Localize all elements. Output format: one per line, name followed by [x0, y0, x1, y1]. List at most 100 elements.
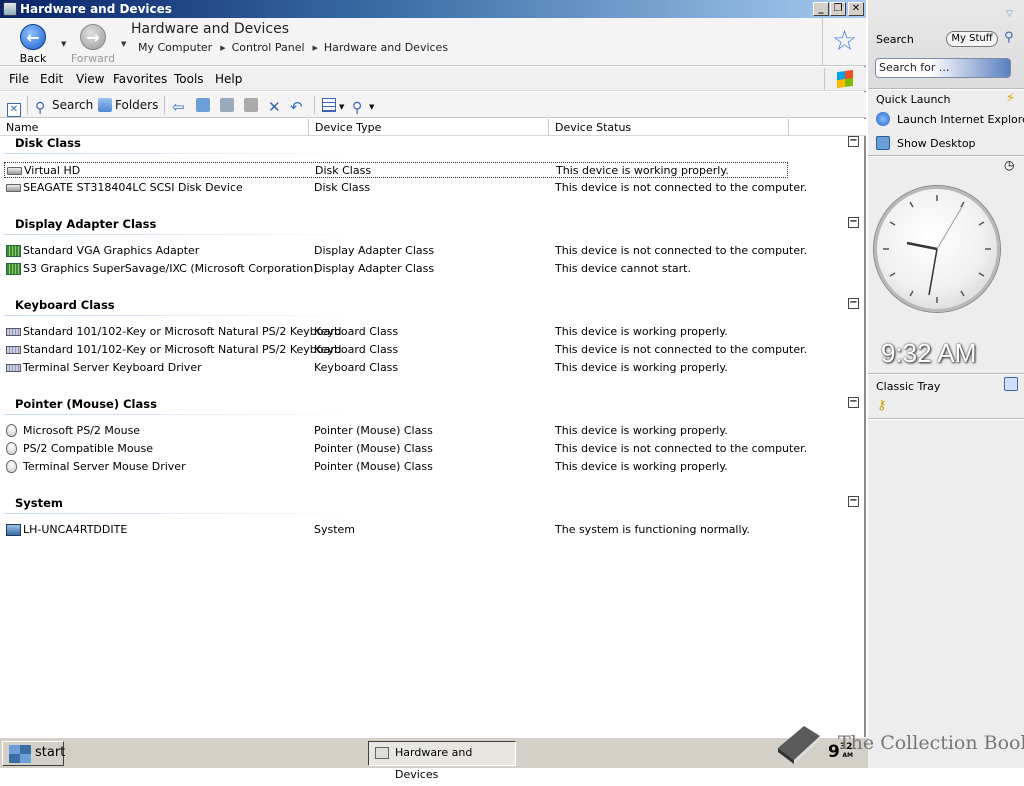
device-status: This device cannot start.	[555, 262, 691, 275]
menu-edit[interactable]: Edit	[40, 72, 63, 86]
device-row[interactable]: Standard VGA Graphics Adapter Display Ada…	[4, 243, 807, 259]
favorites-star-icon[interactable]: ☆	[822, 18, 866, 66]
device-row[interactable]: Terminal Server Keyboard Driver Keyboard …	[4, 360, 788, 376]
group-header[interactable]: Pointer (Mouse) Class	[15, 397, 157, 411]
device-name: Standard 101/102-Key or Microsoft Natura…	[23, 325, 342, 338]
internet-explorer-icon	[876, 112, 890, 126]
launch-ie-item[interactable]: Launch Internet Explorer Browser	[876, 112, 1024, 126]
menu-tools[interactable]: Tools	[174, 72, 204, 86]
classic-tray-icon[interactable]	[1004, 377, 1018, 391]
window-icon	[3, 2, 17, 16]
group-collapse-icon[interactable]: −	[848, 298, 859, 309]
close-button[interactable]: ✕	[848, 2, 864, 16]
title-bar[interactable]: Hardware and Devices _ ❐ ✕	[0, 0, 866, 18]
search-button[interactable]: ⚲ Search	[35, 96, 94, 115]
start-label: start	[35, 745, 66, 760]
delete-icon[interactable]: ✕	[268, 96, 285, 115]
views-icon[interactable]: ▼	[322, 96, 344, 114]
menu-help[interactable]: Help	[215, 72, 242, 86]
back-arrow-icon: ←	[20, 24, 46, 50]
windows-logo-icon	[824, 68, 864, 90]
copy-to-icon[interactable]	[220, 96, 237, 114]
start-logo-icon	[9, 745, 31, 763]
device-status: This device is working properly.	[556, 164, 729, 177]
group-divider	[4, 315, 364, 316]
group-header[interactable]: Display Adapter Class	[15, 217, 156, 231]
device-status: This device is not connected to the comp…	[555, 181, 808, 194]
device-status: This device is working properly.	[555, 325, 728, 338]
device-row[interactable]: PS/2 Compatible Mouse Pointer (Mouse) Cla…	[4, 441, 807, 457]
properties-icon[interactable]	[244, 96, 261, 114]
close-pane-icon[interactable]: ✕	[7, 96, 24, 117]
search-icon[interactable]: ⚲	[1004, 30, 1018, 45]
search-input[interactable]: Search for ...	[875, 58, 1011, 78]
breadcrumb-hardware-and-devices[interactable]: Hardware and Devices	[324, 41, 448, 54]
search-label: Search	[52, 98, 94, 112]
column-device-type[interactable]: Device Type	[309, 119, 549, 136]
group-header[interactable]: Disk Class	[15, 136, 81, 150]
taskbar-item-hardware-and-devices[interactable]: Hardware and Devices	[368, 741, 516, 781]
menu-file[interactable]: File	[9, 72, 29, 86]
sidebar-clock-time: 9:32 AM	[881, 338, 977, 368]
breadcrumb-separator-icon[interactable]: ▶	[220, 44, 225, 52]
device-row[interactable]: Terminal Server Mouse Driver Pointer (Mou…	[4, 459, 788, 475]
device-row[interactable]: S3 Graphics SuperSavage/IXC (Microsoft C…	[4, 261, 788, 277]
up-icon[interactable]: ⇦	[172, 96, 189, 115]
restore-button[interactable]: ❐	[830, 2, 846, 16]
device-row[interactable]: Standard 101/102-Key or Microsoft Natura…	[4, 324, 788, 340]
device-type: Disk Class	[315, 164, 372, 177]
tray-keys-icon[interactable]: ⚷	[877, 398, 887, 413]
mouse-icon	[6, 442, 17, 455]
device-type: Disk Class	[314, 181, 371, 194]
address-title: Hardware and Devices	[131, 21, 290, 37]
group-collapse-icon[interactable]: −	[848, 397, 859, 408]
device-type: System	[314, 523, 356, 536]
search-options-icon[interactable]: ⚲ ▼	[352, 96, 374, 115]
watermark-text: The Collection Book	[838, 732, 1024, 754]
menu-view[interactable]: View	[76, 72, 104, 86]
group-collapse-icon[interactable]: −	[848, 136, 859, 147]
sidebar-menu-icon[interactable]: ▽	[1006, 9, 1013, 19]
device-name: LH-UNCA4RTDDITE	[23, 523, 128, 536]
keyboard-icon	[6, 364, 21, 372]
device-row[interactable]: SEAGATE ST318404LC SCSI Disk Device Disk …	[4, 180, 807, 196]
folders-button[interactable]: Folders	[98, 96, 158, 114]
forward-button[interactable]: → Forward	[68, 22, 118, 66]
forward-dropdown-icon[interactable]: ▼	[121, 40, 126, 48]
breadcrumb-separator-icon[interactable]: ▶	[313, 44, 318, 52]
column-device-status[interactable]: Device Status	[549, 119, 789, 136]
minimize-button[interactable]: _	[813, 2, 829, 16]
device-status: This device is working properly.	[555, 424, 728, 437]
device-status: This device is not connected to the comp…	[555, 442, 808, 455]
device-row[interactable]: LH-UNCA4RTDDITE System The system is funct…	[4, 522, 788, 538]
sidebar-search-area: ▽ Search My Stuff ⚲ Search for ...	[868, 0, 1024, 90]
device-type: Keyboard Class	[314, 343, 399, 356]
device-name: S3 Graphics SuperSavage/IXC (Microsoft C…	[23, 262, 318, 275]
show-desktop-item[interactable]: Show Desktop	[876, 136, 1024, 150]
undo-icon[interactable]: ↶	[290, 96, 307, 115]
breadcrumb: My Computer ▶ Control Panel ▶ Hardware and D…	[138, 41, 454, 54]
start-button[interactable]: start	[2, 741, 66, 766]
breadcrumb-control-panel[interactable]: Control Panel	[232, 41, 305, 54]
device-row[interactable]: Virtual HD Disk Class This device is worki…	[4, 162, 788, 178]
group-header[interactable]: Keyboard Class	[15, 298, 115, 312]
sidebar: ▽ Search My Stuff ⚲ Search for ... Quick…	[868, 0, 1024, 768]
device-type: Pointer (Mouse) Class	[314, 424, 433, 437]
back-button[interactable]: ← Back	[8, 22, 58, 66]
back-dropdown-icon[interactable]: ▼	[61, 40, 66, 48]
group-header[interactable]: System	[15, 496, 63, 510]
device-name: Virtual HD	[24, 164, 81, 177]
device-row[interactable]: Microsoft PS/2 Mouse Pointer (Mouse) Clas…	[4, 423, 788, 439]
computer-icon	[6, 524, 21, 536]
device-name: Standard 101/102-Key or Microsoft Natura…	[23, 343, 342, 356]
group-collapse-icon[interactable]: −	[848, 217, 859, 228]
breadcrumb-my-computer[interactable]: My Computer	[138, 41, 212, 54]
move-to-icon[interactable]	[196, 96, 213, 114]
mouse-icon	[6, 460, 17, 473]
column-name[interactable]: Name	[0, 119, 309, 136]
group-collapse-icon[interactable]: −	[848, 496, 859, 507]
menu-favorites[interactable]: Favorites	[113, 72, 167, 86]
device-row[interactable]: Standard 101/102-Key or Microsoft Natura…	[4, 342, 807, 358]
sidebar-search-label: Search	[876, 33, 914, 46]
my-stuff-button[interactable]: My Stuff	[946, 31, 998, 47]
